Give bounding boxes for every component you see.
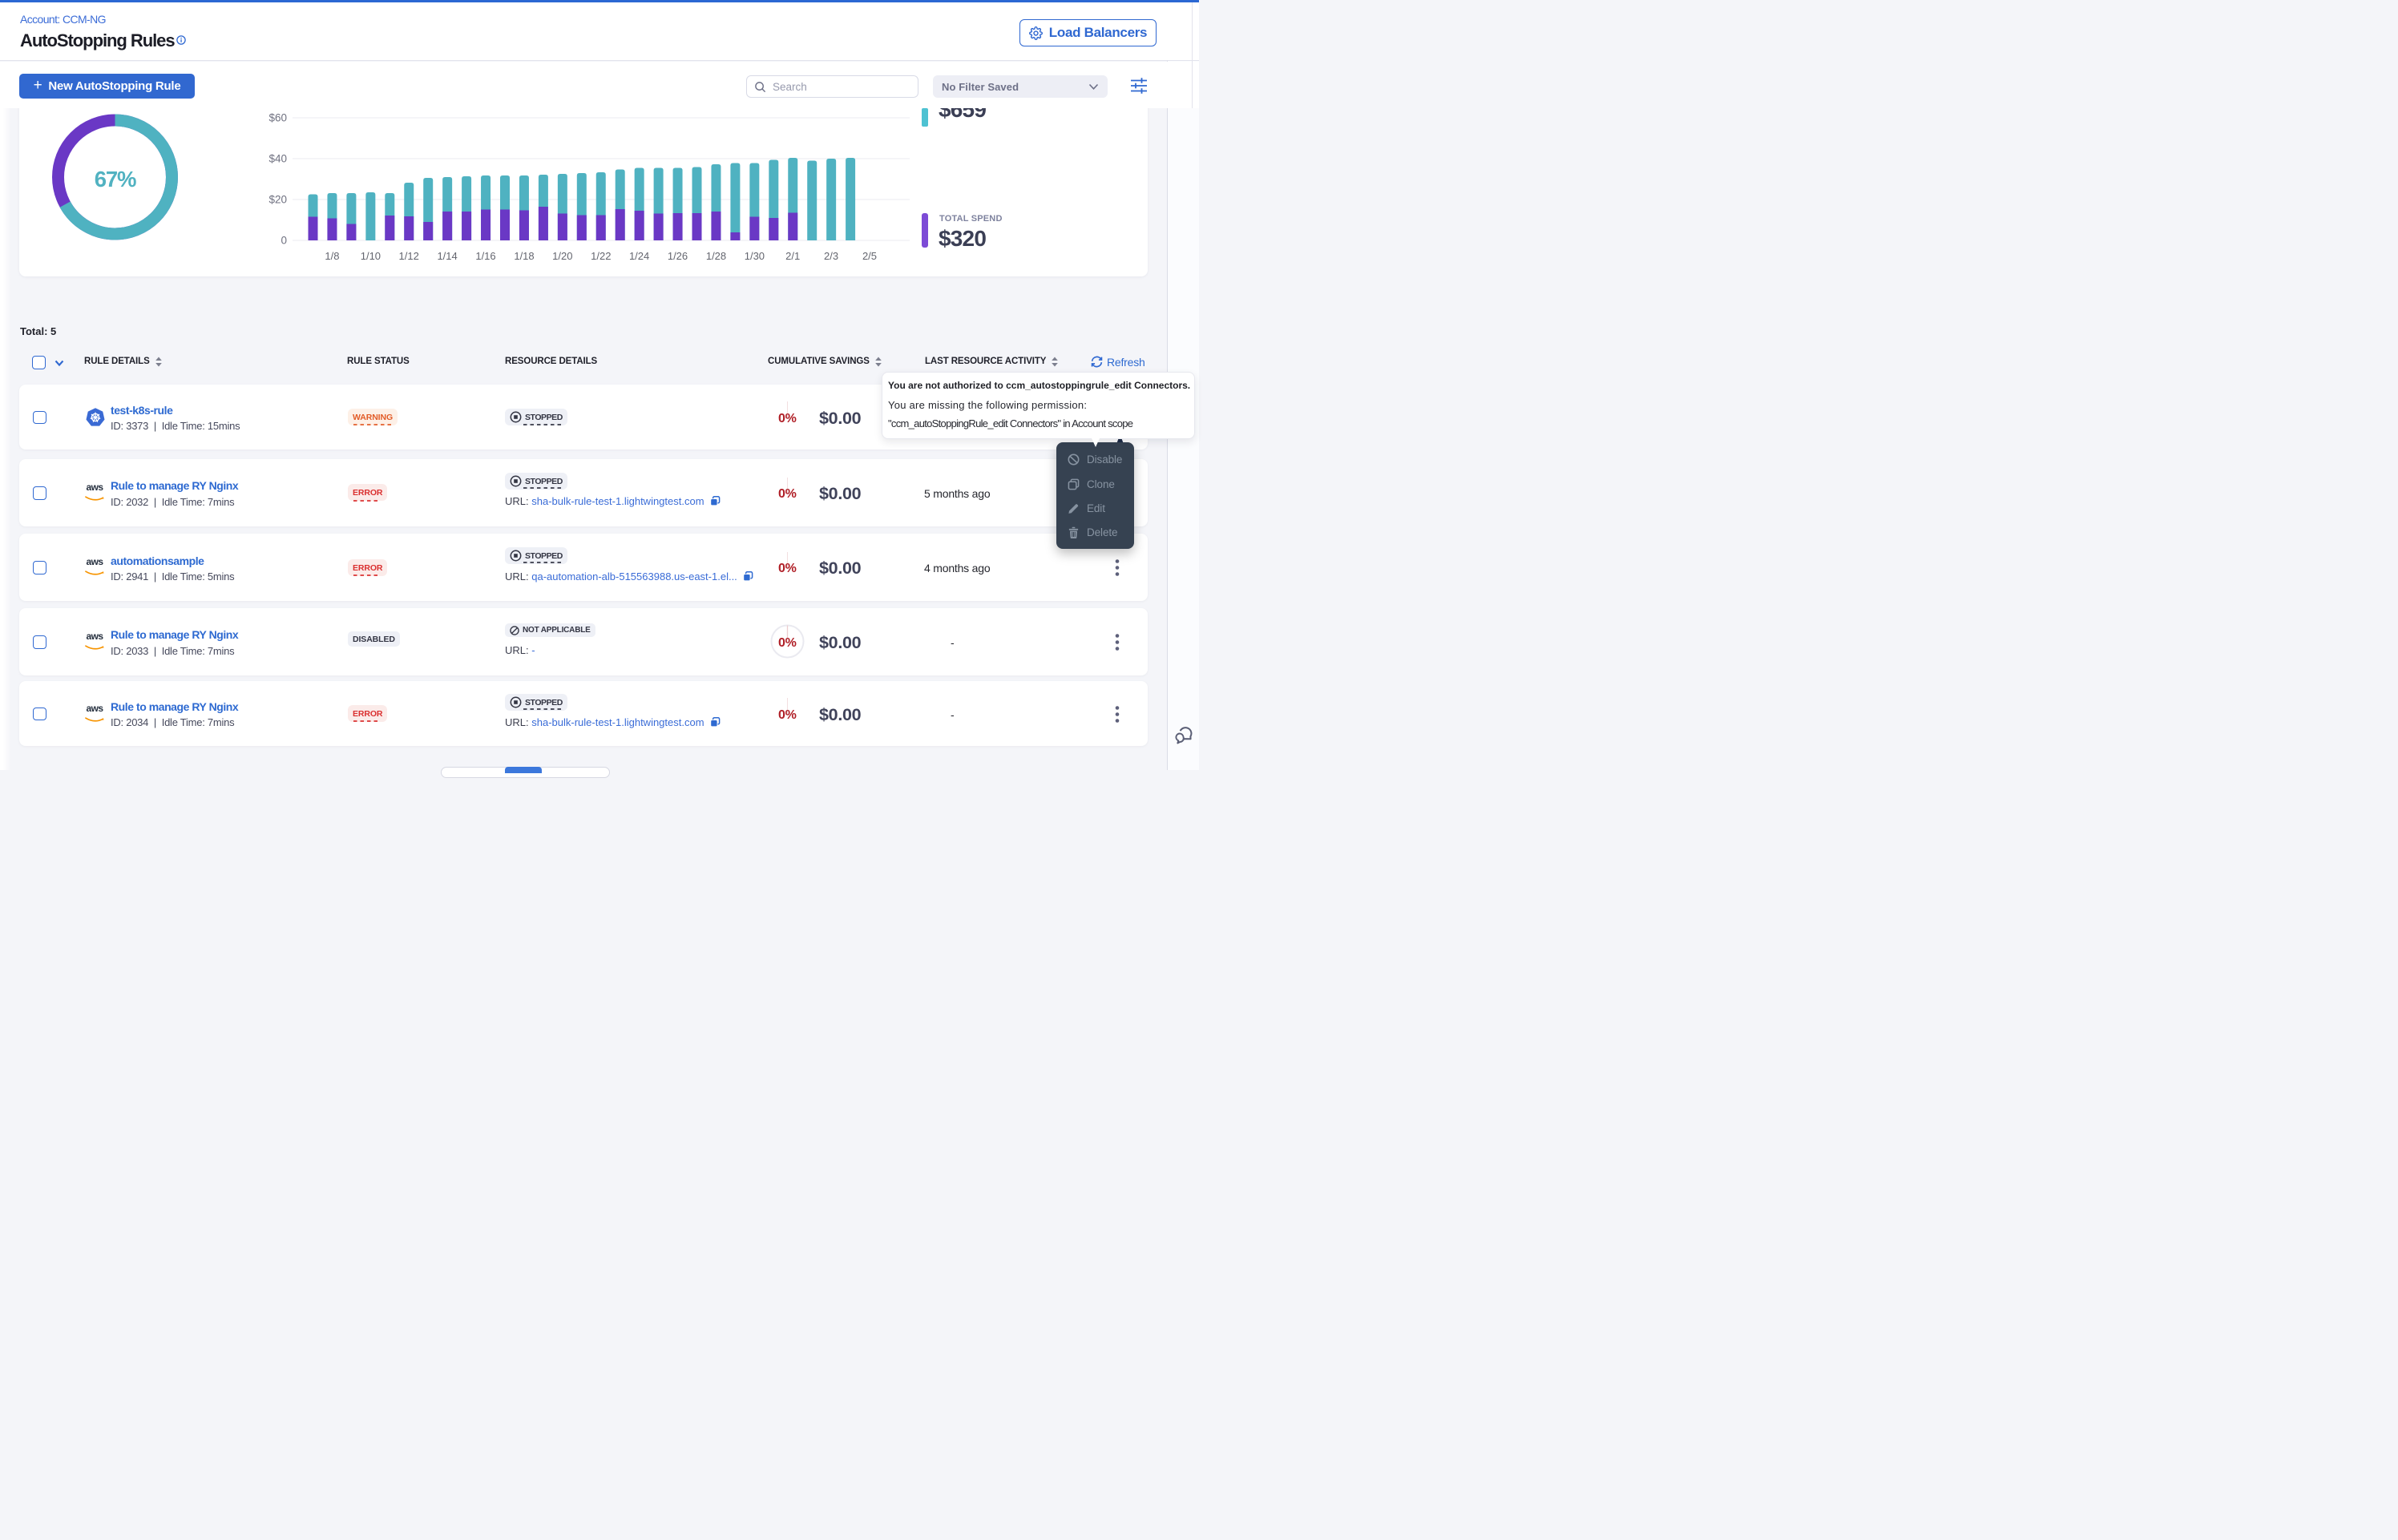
svg-text:1/10: 1/10 bbox=[361, 250, 381, 262]
svg-text:1/16: 1/16 bbox=[475, 250, 495, 262]
svg-text:1/26: 1/26 bbox=[668, 250, 688, 262]
svg-text:1/8: 1/8 bbox=[325, 250, 339, 262]
svg-text:$20: $20 bbox=[268, 194, 287, 206]
svg-text:0: 0 bbox=[281, 235, 287, 247]
svg-text:1/30: 1/30 bbox=[745, 250, 765, 262]
svg-text:1/24: 1/24 bbox=[629, 250, 649, 262]
svg-text:1/20: 1/20 bbox=[552, 250, 572, 262]
svg-text:2/1: 2/1 bbox=[785, 250, 800, 262]
svg-text:1/12: 1/12 bbox=[399, 250, 419, 262]
svg-text:1/22: 1/22 bbox=[591, 250, 611, 262]
svg-text:1/18: 1/18 bbox=[514, 250, 534, 262]
svg-text:$40: $40 bbox=[268, 153, 287, 165]
svg-text:2/3: 2/3 bbox=[824, 250, 838, 262]
svg-text:2/5: 2/5 bbox=[862, 250, 877, 262]
svg-text:1/14: 1/14 bbox=[437, 250, 457, 262]
svg-text:1/28: 1/28 bbox=[706, 250, 726, 262]
svg-text:$60: $60 bbox=[268, 112, 287, 124]
